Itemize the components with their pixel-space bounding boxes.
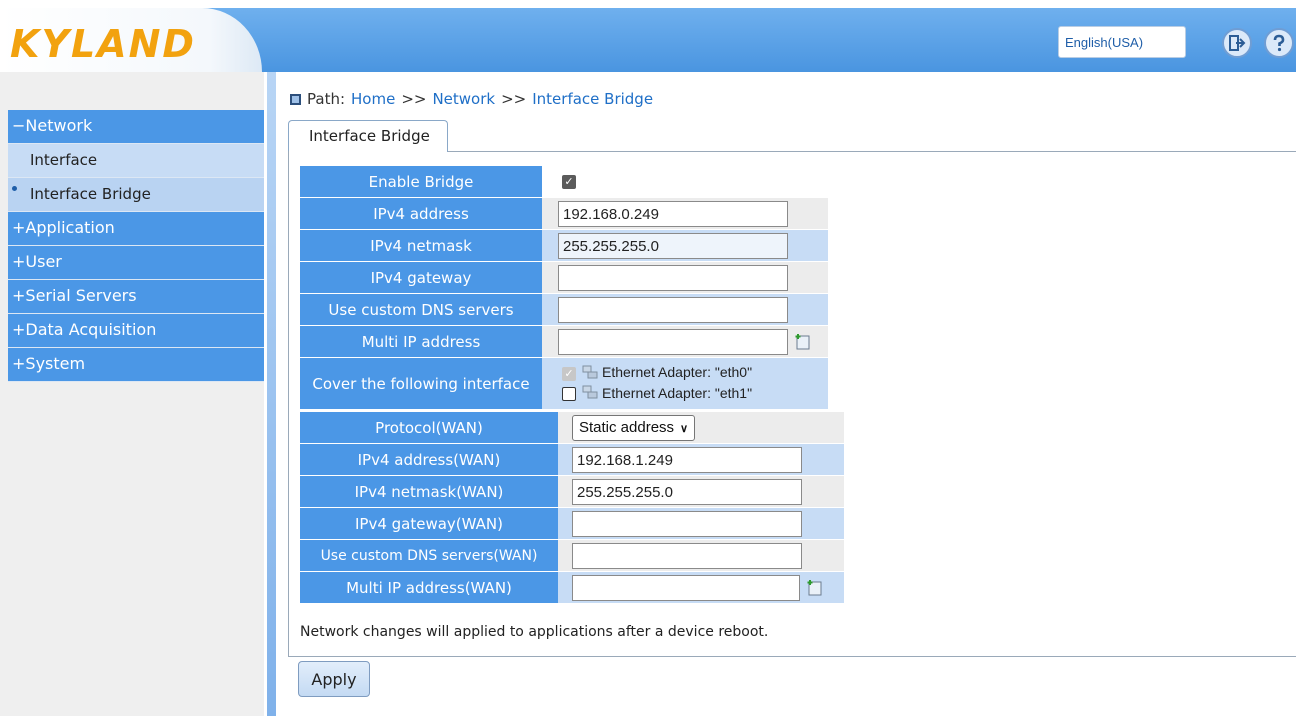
row-ipv4-netmask-wan: IPv4 netmask(WAN) <box>300 476 844 508</box>
path-square-icon <box>290 93 301 105</box>
row-custom-dns-wan: Use custom DNS servers(WAN) <box>300 540 844 572</box>
multi-ip-wan-label: Multi IP address(WAN) <box>300 572 558 604</box>
sidebar-item-label: Interface Bridge <box>30 185 151 203</box>
ipv4-netmask-wan-cell <box>558 476 844 508</box>
ipv4-netmask-cell <box>542 230 828 262</box>
ipv4-address-wan-input[interactable] <box>572 447 802 473</box>
protocol-wan-select[interactable]: Static address ∨ <box>572 415 696 441</box>
multi-ip-input[interactable] <box>558 329 788 355</box>
custom-dns-label: Use custom DNS servers <box>300 294 542 326</box>
custom-dns-wan-cell <box>558 540 844 572</box>
multi-ip-wan-cell <box>558 572 844 604</box>
custom-dns-cell <box>542 294 828 326</box>
apply-button[interactable]: Apply <box>298 661 370 697</box>
breadcrumb-current-link[interactable]: Interface Bridge <box>532 90 653 108</box>
multi-ip-label: Multi IP address <box>300 326 542 358</box>
multi-ip-cell <box>542 326 828 358</box>
row-ipv4-address: IPv4 address <box>300 198 828 230</box>
sidebar-section-system[interactable]: +System <box>8 348 264 382</box>
cover-interface-label: Cover the following interface <box>300 358 542 410</box>
ipv4-netmask-wan-label: IPv4 netmask(WAN) <box>300 476 558 508</box>
ipv4-address-input[interactable] <box>558 201 788 227</box>
eth0-label: Ethernet Adapter: "eth0" <box>602 364 753 380</box>
row-custom-dns: Use custom DNS servers <box>300 294 828 326</box>
ipv4-gateway-cell <box>542 262 828 294</box>
breadcrumb-home-link[interactable]: Home <box>351 90 395 108</box>
cover-interface-cell: ✓ Ethernet Adapter: "eth0" Ethernet Adap… <box>542 358 828 410</box>
sidebar-section-network[interactable]: −Network <box>8 110 264 144</box>
custom-dns-wan-input[interactable] <box>572 543 802 569</box>
enable-bridge-cell: ✓ <box>542 166 828 198</box>
row-cover-interface: Cover the following interface ✓ Ethernet… <box>300 358 828 410</box>
ipv4-address-cell <box>542 198 828 230</box>
row-multi-ip: Multi IP address <box>300 326 828 358</box>
tab-underline <box>448 151 1296 152</box>
tab-interface-bridge[interactable]: Interface Bridge <box>288 120 448 152</box>
language-selector[interactable]: English(USA) <box>1058 26 1186 58</box>
row-multi-ip-wan: Multi IP address(WAN) <box>300 572 844 604</box>
sidebar-section-application[interactable]: +Application <box>8 212 264 246</box>
row-ipv4-address-wan: IPv4 address(WAN) <box>300 444 844 476</box>
add-multi-ip-wan-icon[interactable] <box>806 579 824 597</box>
sidebar-divider <box>264 72 278 716</box>
reboot-note: Network changes will applied to applicat… <box>300 624 769 640</box>
sidebar-section-data-acquisition[interactable]: +Data Acquisition <box>8 314 264 348</box>
sidebar-item-interface[interactable]: Interface <box>8 144 264 178</box>
panel-border <box>288 151 289 656</box>
enable-bridge-label: Enable Bridge <box>300 166 542 198</box>
protocol-wan-cell: Static address ∨ <box>558 412 844 444</box>
ipv4-gateway-wan-cell <box>558 508 844 540</box>
ipv4-gateway-input[interactable] <box>558 265 788 291</box>
sidebar-section-user[interactable]: +User <box>8 246 264 280</box>
logout-icon[interactable] <box>1222 28 1252 58</box>
ipv4-netmask-wan-input[interactable] <box>572 479 802 505</box>
protocol-wan-value: Static address <box>579 419 675 436</box>
row-ipv4-gateway-wan: IPv4 gateway(WAN) <box>300 508 844 540</box>
ipv4-gateway-wan-label: IPv4 gateway(WAN) <box>300 508 558 540</box>
main-content: Path: Home >> Network >> Interface Bridg… <box>278 72 1296 716</box>
row-ipv4-netmask: IPv4 netmask <box>300 230 828 262</box>
ipv4-gateway-label: IPv4 gateway <box>300 262 542 294</box>
multi-ip-wan-input[interactable] <box>572 575 800 601</box>
breadcrumb-network-link[interactable]: Network <box>432 90 495 108</box>
sidebar-section-serial-servers[interactable]: +Serial Servers <box>8 280 264 314</box>
breadcrumb-prefix: Path: <box>307 90 346 108</box>
ipv4-address-wan-label: IPv4 address(WAN) <box>300 444 558 476</box>
top-bar: KYLAND English(USA) <box>0 0 1296 72</box>
row-enable-bridge: Enable Bridge ✓ <box>300 166 828 198</box>
ipv4-address-label: IPv4 address <box>300 198 542 230</box>
ipv4-netmask-input[interactable] <box>558 233 788 259</box>
kyland-logo: KYLAND <box>10 22 196 66</box>
protocol-wan-label: Protocol(WAN) <box>300 412 558 444</box>
ipv4-gateway-wan-input[interactable] <box>572 511 802 537</box>
eth1-checkbox[interactable] <box>562 387 576 401</box>
sidebar-nav: −Network Interface Interface Bridge +App… <box>8 110 264 382</box>
chevron-down-icon: ∨ <box>680 423 689 435</box>
enable-bridge-checkbox[interactable]: ✓ <box>562 175 576 189</box>
ethernet-adapter-icon <box>582 365 598 379</box>
add-multi-ip-icon[interactable] <box>794 333 812 351</box>
active-bullet-icon <box>12 186 17 191</box>
divider <box>288 656 1296 657</box>
sidebar-item-interface-bridge[interactable]: Interface Bridge <box>8 178 264 212</box>
breadcrumb-separator: >> <box>501 90 527 108</box>
breadcrumb-separator: >> <box>401 90 427 108</box>
ethernet-adapter-icon <box>582 385 598 399</box>
row-ipv4-gateway: IPv4 gateway <box>300 262 828 294</box>
eth0-checkbox[interactable]: ✓ <box>562 367 576 381</box>
ipv4-netmask-label: IPv4 netmask <box>300 230 542 262</box>
logo-area: KYLAND <box>0 8 262 72</box>
eth1-label: Ethernet Adapter: "eth1" <box>602 385 753 401</box>
help-icon[interactable] <box>1264 28 1294 58</box>
custom-dns-input[interactable] <box>558 297 788 323</box>
breadcrumb: Path: Home >> Network >> Interface Bridg… <box>290 90 653 108</box>
row-protocol-wan: Protocol(WAN) Static address ∨ <box>300 412 844 444</box>
custom-dns-wan-label: Use custom DNS servers(WAN) <box>300 540 558 572</box>
ipv4-address-wan-cell <box>558 444 844 476</box>
